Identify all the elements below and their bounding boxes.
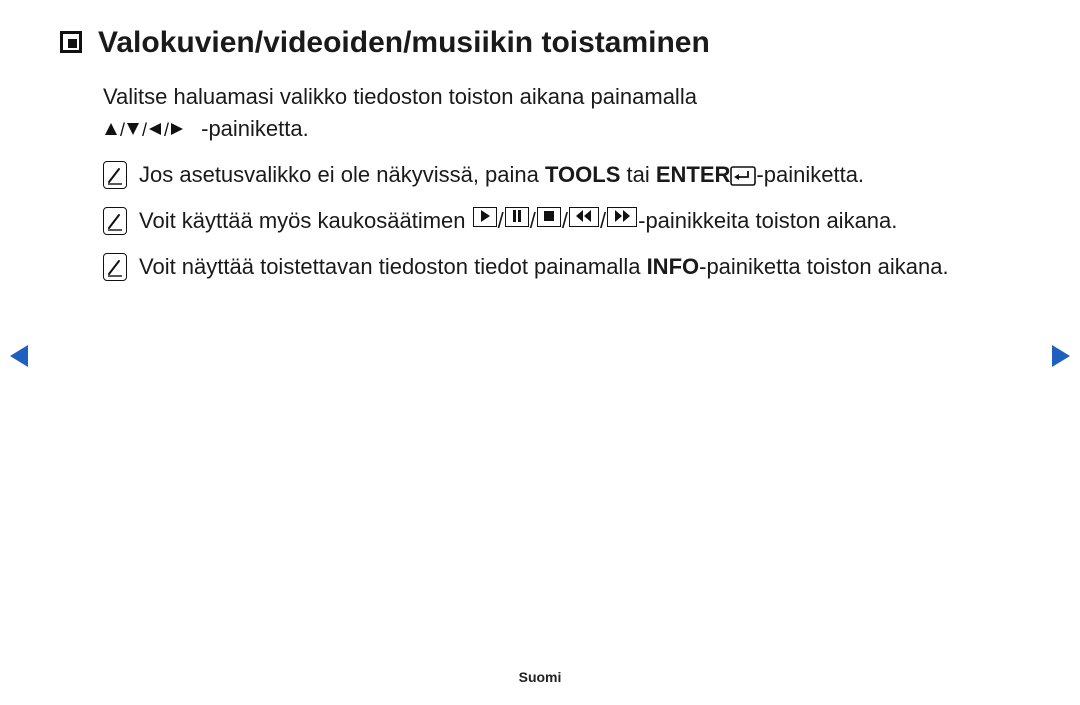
note3-b: -painiketta toiston aikana. [699, 254, 949, 279]
intro-text-a: Valitse haluamasi valikko tiedoston tois… [103, 84, 697, 109]
section-title-row: Valokuvien/videoiden/musiikin toistamine… [60, 25, 1020, 61]
note1-text: Jos asetusvalikko ei ole näkyvissä, pain… [139, 159, 1020, 191]
pause-icon [505, 207, 529, 227]
note2-text: Voit käyttää myös kaukosäätimen ////-pai… [139, 205, 1020, 237]
play-icon [473, 207, 497, 227]
note-icon [103, 161, 127, 189]
note2-a: Voit käyttää myös kaukosäätimen [139, 208, 472, 233]
svg-text:/: / [142, 121, 147, 139]
stop-icon [537, 207, 561, 227]
fast-forward-icon [607, 207, 637, 227]
note3-a: Voit näyttää toistettavan tiedoston tied… [139, 254, 647, 279]
enter-label: ENTER [656, 162, 731, 187]
note1-c: -painiketta. [756, 162, 864, 187]
intro-text-b: -painiketta. [201, 116, 309, 141]
info-label: INFO [647, 254, 700, 279]
section-title: Valokuvien/videoiden/musiikin toistamine… [98, 25, 710, 61]
manual-page: Valokuvien/videoiden/musiikin toistamine… [0, 0, 1080, 705]
prev-page-arrow[interactable] [10, 345, 28, 367]
rewind-icon [569, 207, 599, 227]
note-info-button: Voit näyttää toistettavan tiedoston tied… [103, 251, 1020, 283]
next-page-arrow[interactable] [1052, 345, 1070, 367]
page-footer-language: Suomi [0, 669, 1080, 685]
dpad-arrow-icons: / / / [103, 116, 201, 141]
note-remote-buttons: Voit käyttää myös kaukosäätimen ////-pai… [103, 205, 1020, 237]
svg-text:/: / [120, 121, 125, 139]
note1-a: Jos asetusvalikko ei ole näkyvissä, pain… [139, 162, 545, 187]
note3-text: Voit näyttää toistettavan tiedoston tied… [139, 251, 1020, 283]
note2-b: -painikkeita toiston aikana. [638, 208, 897, 233]
body-content: Valitse haluamasi valikko tiedoston tois… [60, 81, 1020, 282]
note1-b: tai [620, 162, 655, 187]
svg-text:/: / [164, 121, 169, 139]
note-icon [103, 253, 127, 281]
note-icon [103, 207, 127, 235]
tools-label: TOOLS [545, 162, 620, 187]
note-tools-enter: Jos asetusvalikko ei ole näkyvissä, pain… [103, 159, 1020, 191]
remote-control-icons: //// [472, 208, 639, 233]
section-bullet-icon [60, 31, 82, 53]
enter-icon [730, 162, 756, 187]
intro-paragraph: Valitse haluamasi valikko tiedoston tois… [103, 81, 1020, 145]
